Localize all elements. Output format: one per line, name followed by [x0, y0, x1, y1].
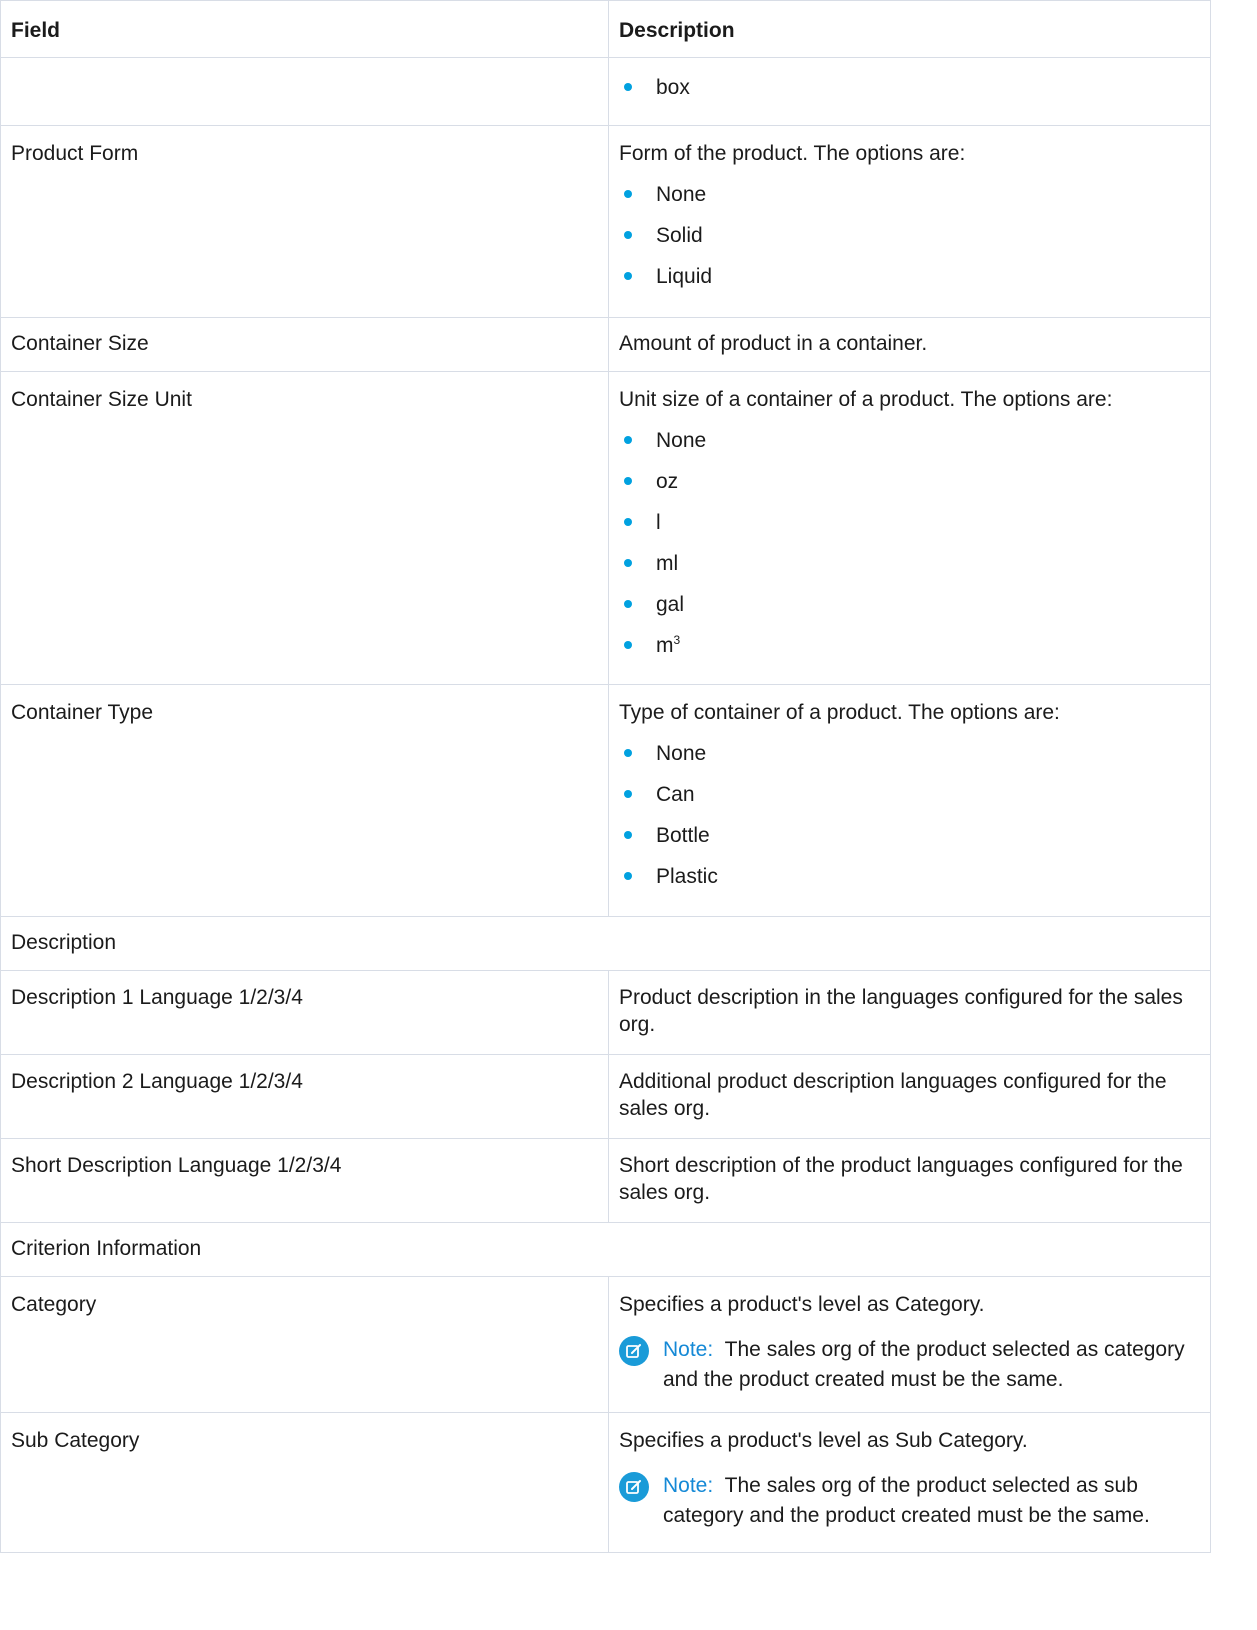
- description-text: Specifies a product's level as Sub Categ…: [619, 1429, 1028, 1452]
- bullet-dot-icon: [624, 790, 632, 798]
- section-heading: Description: [0, 916, 1211, 971]
- bullet-dot-icon: [624, 190, 632, 198]
- description-intro: Unit size of a container of a product. T…: [619, 388, 1113, 411]
- list-item: gal: [619, 591, 1200, 632]
- description-cell: Product description in the languages con…: [608, 970, 1211, 1055]
- note-callout: Note: The sales org of the product selec…: [619, 1471, 1200, 1531]
- note-text-block: Note: The sales org of the product selec…: [663, 1471, 1200, 1531]
- list-item: l: [619, 509, 1200, 550]
- note-body: The sales org of the product selected as…: [663, 1338, 1185, 1391]
- bullet-dot-icon: [624, 749, 632, 757]
- table-row: Sub Category Specifies a product's level…: [0, 1412, 1211, 1553]
- section-row: Criterion Information: [0, 1222, 1211, 1277]
- header-description: Description: [608, 0, 1211, 58]
- note-edit-icon: [619, 1336, 649, 1366]
- field-cell: Product Form: [0, 125, 609, 318]
- list-item: None: [619, 427, 1200, 468]
- note-body: The sales org of the product selected as…: [663, 1474, 1150, 1527]
- bullet-dot-icon: [624, 559, 632, 567]
- list-item: Plastic: [619, 863, 1200, 904]
- description-cell: Specifies a product's level as Category.…: [608, 1276, 1211, 1413]
- bullet-dot-icon: [624, 831, 632, 839]
- bullet-dot-icon: [624, 231, 632, 239]
- options-list: None Solid Liquid: [619, 181, 1200, 304]
- field-cell: [0, 57, 609, 126]
- field-cell: Container Type: [0, 684, 609, 917]
- bullet-dot-icon: [624, 518, 632, 526]
- options-list: None Can Bottle Plastic: [619, 740, 1200, 904]
- list-item: m3: [619, 632, 1200, 673]
- note-label: Note:: [663, 1474, 714, 1497]
- bullet-dot-icon: [624, 83, 632, 91]
- bullet-dot-icon: [624, 272, 632, 280]
- description-cell: box: [608, 57, 1211, 126]
- bullet-dot-icon: [624, 641, 632, 649]
- section-heading: Criterion Information: [0, 1222, 1211, 1277]
- table-row: Short Description Language 1/2/3/4 Short…: [0, 1138, 1211, 1223]
- table-row: Category Specifies a product's level as …: [0, 1276, 1211, 1413]
- description-text: Specifies a product's level as Category.: [619, 1293, 985, 1316]
- list-item: oz: [619, 468, 1200, 509]
- table-row: Description 2 Language 1/2/3/4 Additiona…: [0, 1054, 1211, 1139]
- note-label: Note:: [663, 1338, 714, 1361]
- field-cell: Container Size Unit: [0, 371, 609, 685]
- note-edit-icon: [619, 1472, 649, 1502]
- table-header-row: Field Description: [0, 0, 1211, 58]
- table-row: Product Form Form of the product. The op…: [0, 125, 1211, 318]
- field-cell: Description 2 Language 1/2/3/4: [0, 1054, 609, 1139]
- field-cell: Sub Category: [0, 1412, 609, 1553]
- table-row: Container Type Type of container of a pr…: [0, 684, 1211, 917]
- list-item: box: [619, 74, 1200, 115]
- list-item: None: [619, 181, 1200, 222]
- table-row: Description 1 Language 1/2/3/4 Product d…: [0, 970, 1211, 1055]
- header-field: Field: [0, 0, 609, 58]
- description-cell: Unit size of a container of a product. T…: [608, 371, 1211, 685]
- description-cell: Short description of the product languag…: [608, 1138, 1211, 1223]
- table-row: box: [0, 57, 1211, 126]
- field-cell: Description 1 Language 1/2/3/4: [0, 970, 609, 1055]
- options-list: box: [619, 74, 1200, 115]
- field-cell: Container Size: [0, 317, 609, 372]
- table-row: Container Size Unit Unit size of a conta…: [0, 371, 1211, 685]
- description-cell: Type of container of a product. The opti…: [608, 684, 1211, 917]
- superscript: 3: [673, 633, 681, 647]
- bullet-dot-icon: [624, 477, 632, 485]
- field-description-table: Field Description box Product Form Form …: [0, 0, 1211, 1553]
- table-row: Container Size Amount of product in a co…: [0, 317, 1211, 372]
- list-item: Can: [619, 781, 1200, 822]
- list-item: ml: [619, 550, 1200, 591]
- bullet-dot-icon: [624, 436, 632, 444]
- field-cell: Short Description Language 1/2/3/4: [0, 1138, 609, 1223]
- list-item: Liquid: [619, 263, 1200, 304]
- description-cell: Form of the product. The options are: No…: [608, 125, 1211, 318]
- bullet-dot-icon: [624, 600, 632, 608]
- bullet-dot-icon: [624, 872, 632, 880]
- description-cell: Specifies a product's level as Sub Categ…: [608, 1412, 1211, 1553]
- description-cell: Additional product description languages…: [608, 1054, 1211, 1139]
- list-item: None: [619, 740, 1200, 781]
- note-callout: Note: The sales org of the product selec…: [619, 1335, 1200, 1395]
- list-item: Solid: [619, 222, 1200, 263]
- description-intro: Type of container of a product. The opti…: [619, 701, 1060, 724]
- note-text-block: Note: The sales org of the product selec…: [663, 1335, 1200, 1395]
- description-cell: Amount of product in a container.: [608, 317, 1211, 372]
- list-item: Bottle: [619, 822, 1200, 863]
- field-cell: Category: [0, 1276, 609, 1413]
- options-list: None oz l ml gal m3: [619, 427, 1200, 673]
- section-row: Description: [0, 916, 1211, 971]
- doc-table-container: Field Description box Product Form Form …: [0, 0, 1211, 1553]
- description-intro: Form of the product. The options are:: [619, 142, 966, 165]
